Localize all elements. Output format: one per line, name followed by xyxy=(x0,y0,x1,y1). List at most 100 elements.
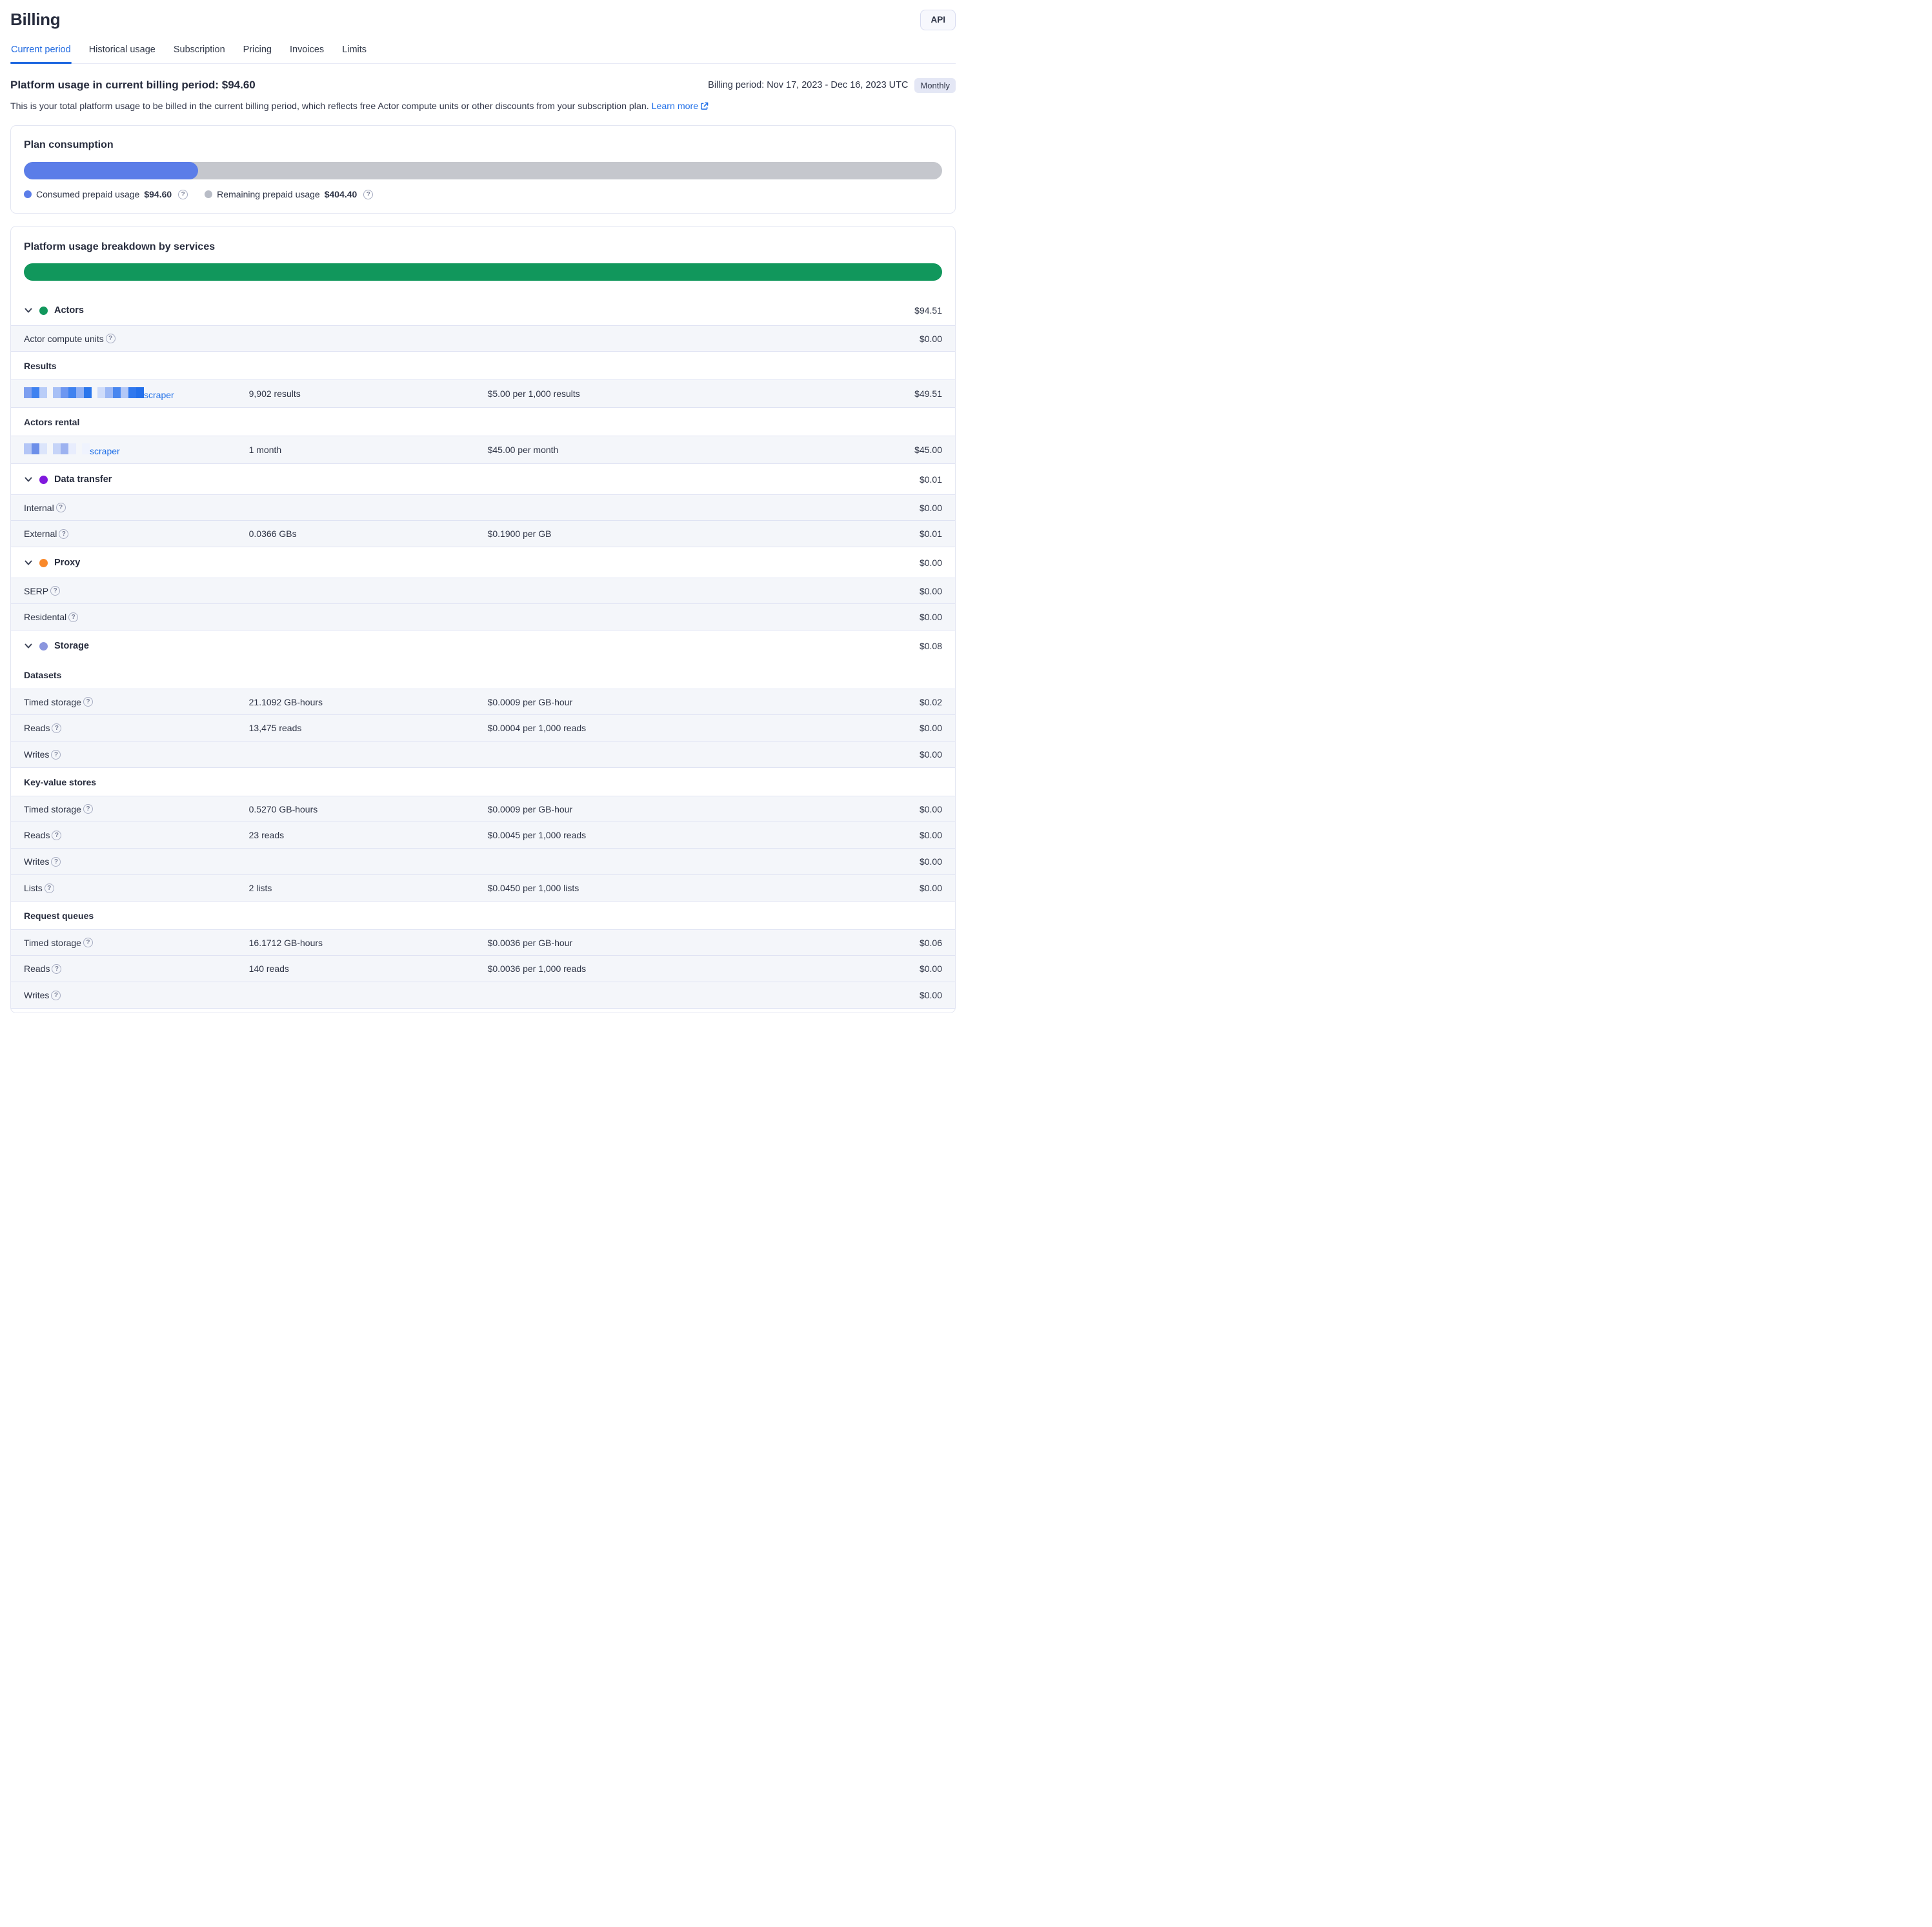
usage-table-row: Lists?2 lists$0.0450 per 1,000 lists$0.0… xyxy=(11,875,955,902)
usage-item-label-cell: Internal? xyxy=(24,503,249,513)
usage-table-row: Actor compute units? $0.00 xyxy=(11,325,955,352)
group-subheader: Results xyxy=(11,352,955,379)
usage-item-label-cell: SERP? xyxy=(24,586,249,596)
usage-item-label: Residental xyxy=(24,612,66,622)
usage-quantity: 23 reads xyxy=(249,830,488,840)
usage-total: $0.06 xyxy=(800,938,942,948)
actor-link[interactable]: scraper xyxy=(144,390,174,400)
service-name: Storage xyxy=(54,641,89,651)
services-usage-bar xyxy=(24,263,942,281)
group-subheader: Actors rental xyxy=(11,408,955,436)
usage-total: $0.00 xyxy=(800,856,942,867)
chevron-down-icon[interactable] xyxy=(24,641,33,651)
usage-total: $0.00 xyxy=(800,830,942,840)
usage-table-row: Timed storage?0.5270 GB-hours$0.0009 per… xyxy=(11,796,955,822)
billing-period-text: Billing period: Nov 17, 2023 - Dec 16, 2… xyxy=(708,80,908,90)
usage-total: $0.00 xyxy=(800,723,942,733)
learn-more-link[interactable]: Learn more xyxy=(652,101,709,112)
plan-consumption-card: Plan consumption Consumed prepaid usage … xyxy=(10,125,956,214)
service-total: $94.51 xyxy=(914,305,942,316)
consumed-label: Consumed prepaid usage xyxy=(36,189,139,199)
help-icon[interactable]: ? xyxy=(68,612,78,622)
help-icon[interactable]: ? xyxy=(56,503,66,512)
page-title: Billing xyxy=(10,10,60,30)
usage-description-text: This is your total platform usage to be … xyxy=(10,101,649,112)
usage-total: $0.00 xyxy=(800,990,942,1000)
usage-item-label: External xyxy=(24,529,57,539)
help-icon[interactable]: ? xyxy=(51,991,61,1000)
service-name: Actors xyxy=(54,305,84,316)
usage-total: $0.00 xyxy=(800,503,942,513)
plan-consumed-bar-fill xyxy=(24,162,198,179)
usage-item-label: Reads xyxy=(24,723,50,733)
help-icon[interactable]: ? xyxy=(83,697,93,707)
usage-total: $0.01 xyxy=(800,529,942,539)
help-icon[interactable]: ? xyxy=(50,586,60,596)
usage-quantity: 16.1712 GB-hours xyxy=(249,938,488,948)
help-icon[interactable]: ? xyxy=(45,883,54,893)
help-icon[interactable]: ? xyxy=(363,190,373,199)
usage-table-row: SERP?$0.00 xyxy=(11,578,955,604)
usage-quantity: 0.5270 GB-hours xyxy=(249,804,488,814)
usage-item-label-cell: Lists? xyxy=(24,883,249,893)
page-header: Billing API xyxy=(10,0,956,30)
tab-invoices[interactable]: Invoices xyxy=(289,41,325,63)
help-icon[interactable]: ? xyxy=(83,804,93,814)
service-section-row-data-transfer[interactable]: Data transfer$0.01 xyxy=(11,464,955,494)
tab-limits[interactable]: Limits xyxy=(341,41,367,63)
breakdown-title: Platform usage breakdown by services xyxy=(24,241,942,253)
tab-pricing[interactable]: Pricing xyxy=(243,41,272,63)
usage-item-label: SERP xyxy=(24,586,48,596)
help-icon[interactable]: ? xyxy=(83,938,93,947)
help-icon[interactable]: ? xyxy=(52,723,61,733)
usage-item-label-cell: Actor compute units? xyxy=(24,334,249,344)
service-section-row-proxy[interactable]: Proxy$0.00 xyxy=(11,547,955,578)
help-icon[interactable]: ? xyxy=(51,857,61,867)
chevron-down-icon[interactable] xyxy=(24,558,33,567)
usage-item-label: Timed storage xyxy=(24,938,81,948)
usage-item-label: Timed storage xyxy=(24,804,81,814)
help-icon[interactable]: ? xyxy=(106,334,116,343)
usage-item-label-cell: Reads? xyxy=(24,964,249,974)
chevron-down-icon[interactable] xyxy=(24,306,33,315)
usage-total: $0.00 xyxy=(800,334,942,344)
service-section-row-actors[interactable]: Actors $94.51 xyxy=(11,295,955,325)
billing-period-wrap: Billing period: Nov 17, 2023 - Dec 16, 2… xyxy=(708,78,956,93)
billing-tabs: Current period Historical usage Subscripti… xyxy=(10,41,956,64)
usage-unit-price: $0.0036 per 1,000 reads xyxy=(488,964,800,974)
service-name: Proxy xyxy=(54,558,80,568)
consumed-value: $94.60 xyxy=(144,189,172,199)
help-icon[interactable]: ? xyxy=(178,190,188,199)
usage-unit-price: $0.0004 per 1,000 reads xyxy=(488,723,800,733)
tab-subscription[interactable]: Subscription xyxy=(173,41,226,63)
tab-historical-usage[interactable]: Historical usage xyxy=(88,41,156,63)
remaining-label: Remaining prepaid usage xyxy=(217,189,320,199)
help-icon[interactable]: ? xyxy=(51,750,61,760)
help-icon[interactable]: ? xyxy=(59,529,68,539)
usage-item-label-cell: Writes? xyxy=(24,990,249,1000)
usage-total: $49.51 xyxy=(800,388,942,399)
usage-item-label: Writes xyxy=(24,990,49,1000)
usage-item-label-cell: scraper xyxy=(24,443,249,456)
usage-table-row: Reads?13,475 reads$0.0004 per 1,000 read… xyxy=(11,715,955,742)
remaining-value: $404.40 xyxy=(325,189,357,199)
usage-total: $45.00 xyxy=(800,445,942,455)
usage-item-label-cell: External? xyxy=(24,529,249,539)
help-icon[interactable]: ? xyxy=(52,964,61,974)
usage-total: $0.02 xyxy=(800,697,942,707)
usage-total: $0.00 xyxy=(800,612,942,622)
usage-quantity: 9,902 results xyxy=(249,388,488,399)
api-button[interactable]: API xyxy=(920,10,956,30)
consumed-dot-icon xyxy=(24,190,32,198)
help-icon[interactable]: ? xyxy=(52,831,61,840)
breakdown-table: Actors $94.51 Actor compute units? $0.00 Res… xyxy=(11,295,955,1009)
chevron-down-icon[interactable] xyxy=(24,475,33,484)
usage-item-label-cell: scraper xyxy=(24,387,249,400)
service-section-row-storage[interactable]: Storage$0.08 xyxy=(11,631,955,661)
usage-table-row: scraper9,902 results$5.00 per 1,000 resu… xyxy=(11,379,955,408)
group-subheader: Key-value stores xyxy=(11,768,955,796)
usage-table-row: Timed storage?21.1092 GB-hours$0.0009 pe… xyxy=(11,689,955,715)
actor-link[interactable]: scraper xyxy=(90,446,120,456)
plan-consumption-title: Plan consumption xyxy=(24,139,942,151)
tab-current-period[interactable]: Current period xyxy=(10,41,72,63)
